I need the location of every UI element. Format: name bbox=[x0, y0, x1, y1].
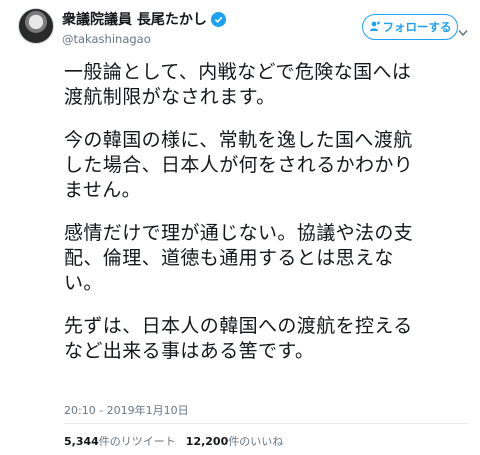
follow-button-label: フォローする bbox=[382, 20, 452, 34]
tweet-header: 衆議院議員 長尾たかし @takashinagao フォローする bbox=[18, 8, 468, 50]
retweet-label: 件のリツイート bbox=[98, 435, 176, 448]
retweet-stat[interactable]: 5,344件のリツイート bbox=[64, 433, 176, 449]
follow-plus-icon bbox=[369, 20, 381, 35]
like-stat[interactable]: 12,200件のいいね bbox=[186, 433, 283, 449]
avatar[interactable] bbox=[18, 8, 54, 44]
display-name-row: 衆議院議員 長尾たかし bbox=[62, 10, 226, 28]
user-names: 衆議院議員 長尾たかし @takashinagao bbox=[62, 10, 226, 46]
tweet-paragraph: 一般論として、内戦などで危険な国へは 渡航制限がなされます。 bbox=[64, 61, 412, 108]
tweet-text: 一般論として、内戦などで危険な国へは 渡航制限がなされます。 今の韓国の様に、常… bbox=[64, 60, 468, 382]
chevron-down-icon[interactable] bbox=[458, 22, 468, 41]
follow-button[interactable]: フォローする bbox=[362, 14, 458, 40]
tweet-paragraph: 今の韓国の様に、常軌を逸した国へ渡航 した場合、日本人が何をされるかわかり ませ… bbox=[64, 129, 414, 201]
tweet-paragraph: 感情だけで理が通じない。協議や法の支 配、倫理、道徳も通用するとは思えな い。 bbox=[64, 222, 414, 294]
like-count: 12,200 bbox=[185, 435, 229, 448]
user-handle[interactable]: @takashinagao bbox=[62, 32, 226, 46]
like-label: 件のいいね bbox=[228, 435, 284, 448]
tweet-paragraph: 先ずは、日本人の韓国への渡航を控える など出来る事はある筈です。 bbox=[64, 315, 413, 362]
display-name[interactable]: 衆議院議員 長尾たかし bbox=[62, 9, 207, 29]
tweet-timestamp[interactable]: 20:10 - 2019年1月10日 bbox=[64, 402, 189, 418]
tweet-stats: 5,344件のリツイート 12,200件のいいね bbox=[64, 433, 283, 449]
divider bbox=[64, 423, 468, 424]
verified-badge-icon bbox=[210, 11, 226, 27]
retweet-count: 5,344 bbox=[64, 435, 99, 448]
